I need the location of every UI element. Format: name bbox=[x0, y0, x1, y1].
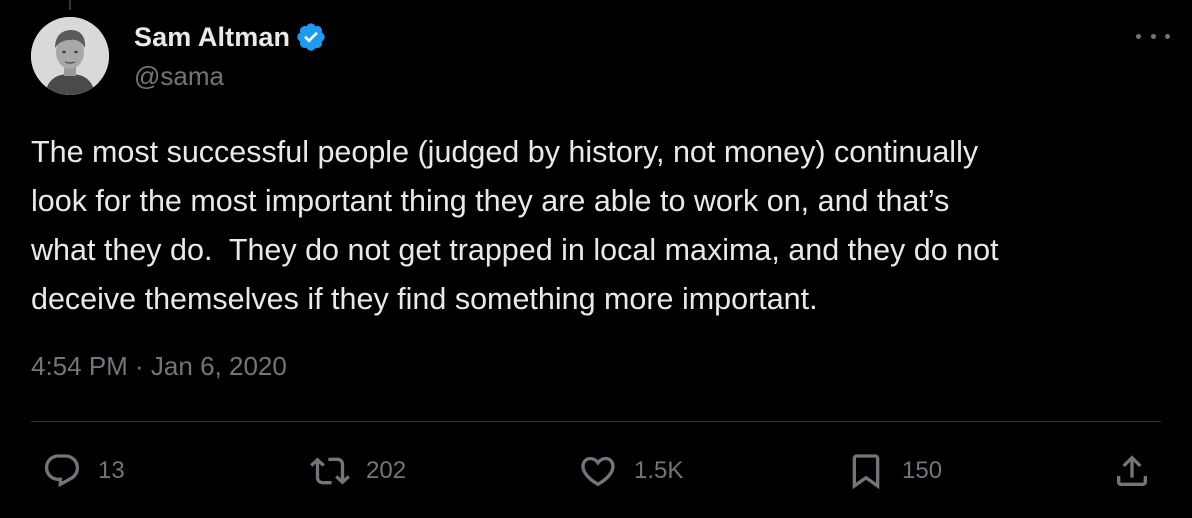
bookmark-count: 150 bbox=[902, 457, 943, 484]
retweet-button[interactable]: 202 bbox=[310, 450, 406, 492]
divider bbox=[31, 421, 1161, 422]
more-dot bbox=[1165, 33, 1170, 39]
author-display-name[interactable]: Sam Altman bbox=[134, 22, 290, 53]
bookmark-button[interactable]: 150 bbox=[846, 450, 942, 492]
more-dot bbox=[1150, 33, 1156, 39]
tweet-text: The most successful people (judged by hi… bbox=[31, 135, 999, 316]
bookmark-icon bbox=[852, 454, 880, 490]
like-button[interactable]: 1.5K bbox=[578, 450, 683, 492]
retweet-count: 202 bbox=[366, 457, 407, 484]
author-name-row[interactable]: Sam Altman bbox=[134, 20, 327, 54]
verified-badge-icon[interactable] bbox=[295, 21, 327, 53]
author-handle[interactable]: @sama bbox=[134, 61, 224, 92]
share-icon bbox=[1117, 455, 1147, 486]
like-count: 1.5K bbox=[634, 457, 684, 484]
share-button[interactable] bbox=[1112, 450, 1152, 492]
reply-count: 13 bbox=[98, 457, 125, 484]
avatar-image bbox=[31, 17, 109, 95]
more-dot bbox=[1136, 33, 1141, 39]
avatar[interactable] bbox=[31, 17, 109, 95]
tweet-timestamp[interactable]: 4:54 PM · Jan 6, 2020 bbox=[31, 351, 287, 382]
more-icon[interactable] bbox=[1136, 30, 1170, 42]
retweet-icon bbox=[310, 457, 350, 485]
reply-button[interactable]: 13 bbox=[42, 450, 125, 492]
heart-icon bbox=[581, 456, 615, 487]
thread-connector-line bbox=[69, 0, 71, 10]
reply-bubble-icon bbox=[44, 454, 80, 488]
